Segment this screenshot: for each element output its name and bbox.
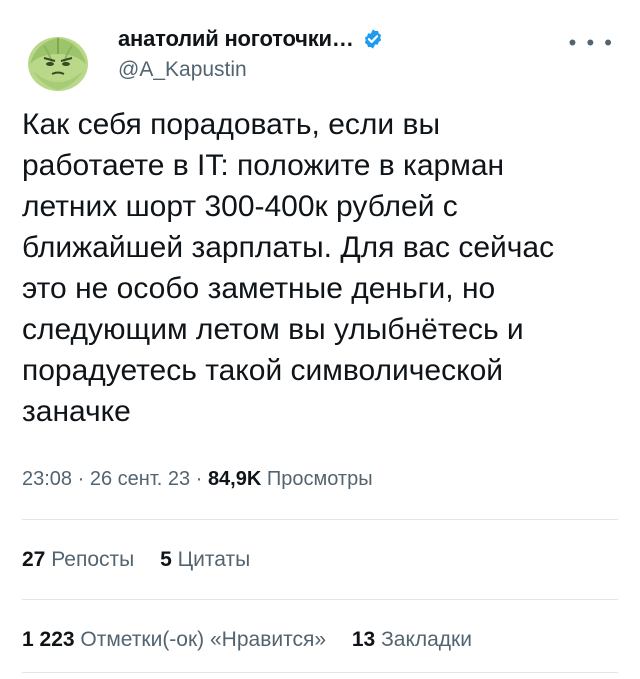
- divider: [22, 672, 618, 673]
- cabbage-avatar-icon[interactable]: [22, 24, 94, 96]
- reposts-label: Репосты: [51, 548, 135, 571]
- quotes-label: Цитаты: [177, 548, 251, 571]
- bookmarks-count: 13: [351, 628, 376, 651]
- likes-count: 1 223: [22, 628, 75, 651]
- divider: [22, 519, 618, 520]
- author-names: анатолий ноготочки… @A_Kapustin: [118, 26, 384, 82]
- stats-row-likes: 1 223 Отметки(-ок) «Нравится» 13 Закладк…: [22, 628, 492, 652]
- bookmarks-label: Закладки: [381, 628, 472, 651]
- quotes-stat[interactable]: 5 Цитаты: [160, 548, 250, 572]
- bookmarks-stat[interactable]: 13 Закладки: [352, 628, 472, 652]
- views-count: 84,9K: [207, 468, 262, 490]
- author-handle[interactable]: @A_Kapustin: [118, 58, 384, 82]
- quotes-count: 5: [160, 548, 172, 571]
- tweet-time[interactable]: 23:08: [22, 468, 72, 490]
- likes-label: Отметки(-ок) «Нравится»: [80, 628, 327, 651]
- more-options-icon[interactable]: • • •: [569, 30, 614, 56]
- divider: [22, 599, 618, 600]
- views-label: Просмотры: [266, 468, 373, 490]
- display-name[interactable]: анатолий ноготочки…: [118, 26, 354, 52]
- tweet-meta: 23:08 · 26 сент. 23 · 84,9K Просмотры: [22, 468, 373, 491]
- display-name-row: анатолий ноготочки…: [118, 26, 384, 52]
- meta-separator: ·: [195, 468, 203, 490]
- meta-separator: ·: [77, 468, 85, 490]
- reposts-count: 27: [22, 548, 46, 571]
- verified-badge-icon: [364, 29, 381, 49]
- likes-stat[interactable]: 1 223 Отметки(-ок) «Нравится»: [22, 628, 326, 652]
- reposts-stat[interactable]: 27 Репосты: [22, 548, 134, 572]
- stats-row-reposts: 27 Репосты 5 Цитаты: [22, 548, 270, 572]
- tweet-date[interactable]: 26 сент. 23: [90, 468, 190, 490]
- tweet-header: анатолий ноготочки… @A_Kapustin • • •: [22, 18, 618, 96]
- tweet-text: Как себя порадовать, если вы работаете в…: [22, 108, 555, 428]
